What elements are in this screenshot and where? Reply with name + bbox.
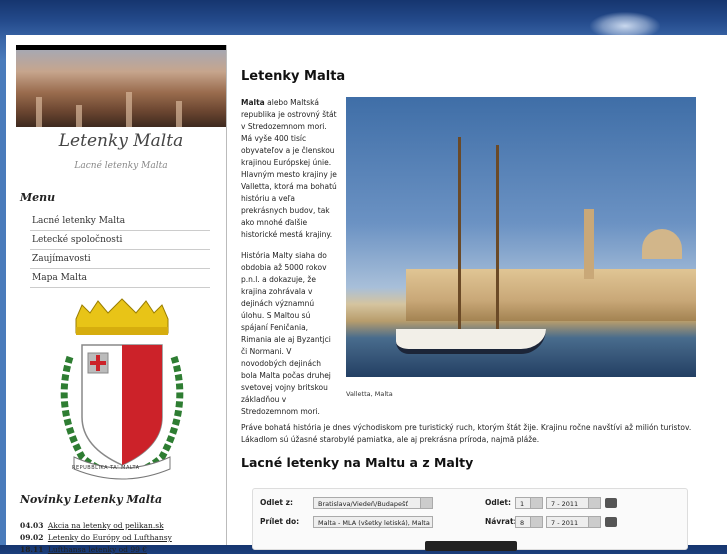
depart-day-select[interactable]: 1 — [515, 497, 543, 509]
return-month-select[interactable]: 7 - 2011 — [546, 516, 601, 528]
news-item: 09.02 Letenky do Európy od Lufthansy — [20, 533, 220, 542]
news-item: 04.03 Akcia na letenky od pelikan.sk — [20, 521, 220, 530]
news-link[interactable]: Letenky do Európy od Lufthansy — [48, 533, 172, 542]
news-date: 09.02 — [20, 533, 44, 542]
section-title: Lacné letenky na Maltu a z Malty — [241, 455, 474, 470]
crest-motto: REPUBBLIKA TA' MALTA — [72, 465, 140, 471]
to-select[interactable]: Malta - MLA (všetky letiská), Malta — [313, 516, 433, 528]
page-container: Letenky Malta Lacné letenky Malta Menu L… — [6, 35, 727, 554]
news-item: 18.11 Lufthansa letenky od 99 € — [20, 545, 220, 554]
site-title[interactable]: Letenky Malta — [16, 131, 226, 151]
sidebar: Letenky Malta Lacné letenky Malta Menu L… — [16, 45, 226, 554]
news-link[interactable]: Lufthansa letenky od 99 € — [48, 545, 147, 554]
menu-list: Lacné letenky Malta Letecké spoločnosti … — [30, 212, 210, 288]
to-label: Prílet do: — [260, 517, 300, 526]
search-button[interactable] — [425, 541, 517, 551]
main-content: Letenky Malta Malta alebo Maltská republ… — [241, 35, 721, 551]
chevron-down-icon — [420, 498, 432, 508]
calendar-icon[interactable] — [605, 517, 617, 527]
depart-month-select[interactable]: 7 - 2011 — [546, 497, 601, 509]
return-day-select[interactable]: 8 — [515, 516, 543, 528]
from-select[interactable]: Bratislava/Viedeň/Budapešť — [313, 497, 433, 509]
chevron-down-icon — [588, 498, 600, 508]
menu-item-zaujimavosti[interactable]: Zaujímavosti — [30, 250, 210, 269]
menu-item-mapa-malta[interactable]: Mapa Malta — [30, 269, 210, 288]
calendar-icon[interactable] — [605, 498, 617, 508]
menu-item-lacne-letenky[interactable]: Lacné letenky Malta — [30, 212, 210, 231]
chevron-down-icon — [530, 517, 542, 527]
chevron-down-icon — [530, 498, 542, 508]
news-link[interactable]: Akcia na letenky od pelikan.sk — [48, 521, 164, 530]
photo-caption: Valletta, Malta — [346, 390, 393, 398]
news-date: 18.11 — [20, 545, 44, 554]
intro-text-1: alebo Maltská republika je ostrovný štát… — [241, 98, 337, 239]
intro-text: Malta alebo Maltská republika je ostrovn… — [241, 97, 339, 427]
tourism-paragraph: Práve bohatá história je dnes východisko… — [241, 423, 692, 444]
page-title: Letenky Malta — [241, 69, 346, 84]
intro-paragraph-2: História Malty siaha do obdobia až 5000 … — [241, 251, 331, 416]
news-date: 04.03 — [20, 521, 44, 530]
site-subtitle: Lacné letenky Malta — [74, 161, 168, 171]
header-photo — [16, 45, 226, 127]
menu-item-letecke-spolocnosti[interactable]: Letecké spoločnosti — [30, 231, 210, 250]
intro-bold: Malta — [241, 98, 265, 107]
from-label: Odlet z: — [260, 498, 293, 507]
malta-coat-of-arms — [60, 298, 184, 480]
depart-label: Odlet: — [485, 498, 511, 507]
return-label: Návrat: — [485, 517, 517, 526]
chevron-down-icon — [588, 517, 600, 527]
valletta-photo — [346, 97, 696, 377]
news-heading: Novinky Letenky Malta — [20, 493, 163, 506]
sidebar-divider — [226, 45, 227, 545]
menu-heading: Menu — [20, 191, 56, 204]
intro-paragraph-1: Malta alebo Maltská republika je ostrovn… — [241, 97, 339, 241]
flight-search-form: Odlet z: Bratislava/Viedeň/Budapešť Príl… — [252, 488, 688, 551]
